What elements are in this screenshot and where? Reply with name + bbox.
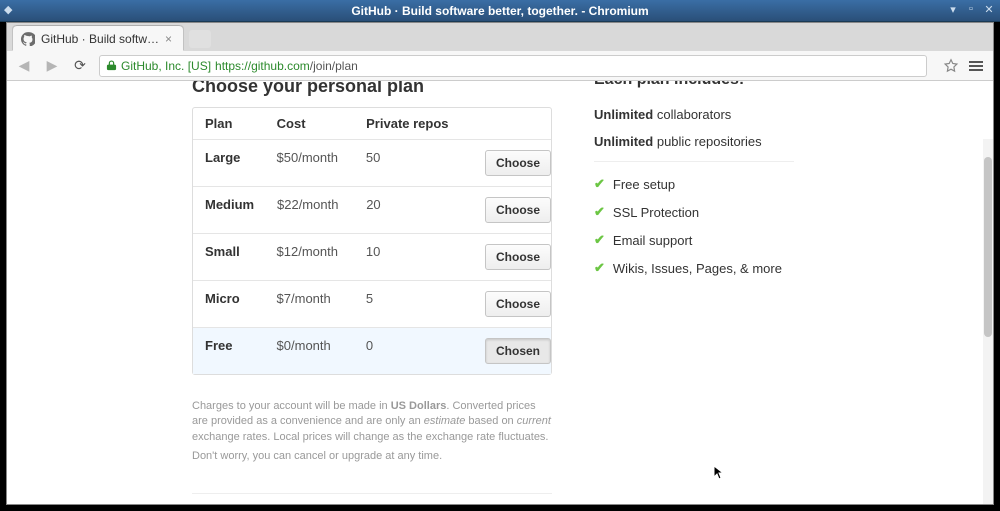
- table-row: Micro $7/month 5 Choose: [193, 281, 551, 328]
- plan-repos: 20: [354, 187, 473, 233]
- plan-cost: $22/month: [265, 187, 354, 233]
- github-favicon-icon: [21, 32, 35, 46]
- check-icon: ✔: [594, 260, 605, 276]
- window-title: GitHub · Build software better, together…: [351, 4, 648, 18]
- plan-name: Micro: [193, 281, 265, 327]
- site-identity: GitHub, Inc. [US]: [121, 59, 211, 73]
- browser-menu-icon[interactable]: [969, 57, 985, 75]
- plan-name: Medium: [193, 187, 265, 233]
- plan-name: Small: [193, 234, 265, 280]
- plans-table: Plan Cost Private repos Large $50/month …: [192, 107, 552, 375]
- table-row: Small $12/month 10 Choose: [193, 234, 551, 281]
- col-repos: Private repos: [354, 108, 473, 139]
- plan-cost: $50/month: [265, 140, 354, 186]
- window-menu-icon[interactable]: ◆: [4, 3, 12, 16]
- feature-public-repos: Unlimited public repositories: [594, 134, 794, 149]
- bookmark-star-icon[interactable]: [943, 58, 959, 74]
- window-close-icon[interactable]: ✕: [982, 2, 996, 16]
- check-icon: ✔: [594, 232, 605, 248]
- plan-cost: $0/month: [265, 328, 354, 374]
- panel-heading: Each plan includes:: [594, 81, 794, 89]
- table-header-row: Plan Cost Private repos: [193, 108, 551, 140]
- browser-frame: GitHub · Build software × ◀ ▶ ⟳ GitHub, …: [6, 22, 994, 505]
- col-cost: Cost: [265, 108, 355, 139]
- choose-button[interactable]: Choose: [485, 197, 551, 223]
- plan-cost: $12/month: [265, 234, 354, 280]
- choose-button[interactable]: Choose: [485, 150, 551, 176]
- url-path: /join/plan: [310, 59, 358, 73]
- plan-repos: 5: [354, 281, 473, 327]
- feature-item: ✔Email support: [594, 232, 794, 248]
- address-bar[interactable]: GitHub, Inc. [US] https://github.com/joi…: [99, 55, 927, 77]
- plan-repos: 0: [354, 328, 473, 374]
- toolbar: ◀ ▶ ⟳ GitHub, Inc. [US] https://github.c…: [7, 51, 993, 81]
- plan-name: Free: [193, 328, 265, 374]
- window-minimize-icon[interactable]: ▾: [946, 2, 960, 16]
- organization-setup-row: Help me set up an organization next Orga…: [192, 493, 552, 504]
- page-heading: Choose your personal plan: [192, 81, 952, 97]
- tab-strip: GitHub · Build software ×: [7, 23, 993, 51]
- feature-item: ✔Free setup: [594, 176, 794, 192]
- tab-title: GitHub · Build software: [41, 32, 162, 46]
- https-lock-icon: GitHub, Inc. [US]: [106, 59, 211, 73]
- feature-item: ✔SSL Protection: [594, 204, 794, 220]
- chosen-button[interactable]: Chosen: [485, 338, 551, 364]
- feature-item: ✔Wikis, Issues, Pages, & more: [594, 260, 794, 276]
- scrollbar-thumb[interactable]: [984, 157, 992, 337]
- billing-help-text: Charges to your account will be made in …: [192, 399, 552, 465]
- plan-repos: 50: [354, 140, 473, 186]
- window-titlebar: ◆ GitHub · Build software better, togeth…: [0, 0, 1000, 22]
- divider: [594, 161, 794, 162]
- scrollbar-vertical[interactable]: [983, 139, 993, 504]
- forward-button[interactable]: ▶: [43, 57, 61, 75]
- reload-button[interactable]: ⟳: [71, 57, 89, 75]
- check-icon: ✔: [594, 176, 605, 192]
- table-row-selected: Free $0/month 0 Chosen: [193, 328, 551, 374]
- window-maximize-icon[interactable]: ▫: [964, 2, 978, 16]
- url-scheme: https://: [215, 59, 251, 73]
- url-host: github.com: [251, 59, 310, 73]
- browser-tab[interactable]: GitHub · Build software ×: [13, 26, 183, 51]
- new-tab-button[interactable]: [189, 30, 211, 48]
- col-plan: Plan: [193, 108, 265, 139]
- table-row: Medium $22/month 20 Choose: [193, 187, 551, 234]
- plan-name: Large: [193, 140, 265, 186]
- choose-button[interactable]: Choose: [485, 244, 551, 270]
- feature-collaborators: Unlimited collaborators: [594, 107, 794, 122]
- plan-includes-panel: Each plan includes: Unlimited collaborat…: [594, 81, 794, 288]
- page-viewport: Choose your personal plan Plan Cost Priv…: [7, 81, 993, 504]
- check-icon: ✔: [594, 204, 605, 220]
- tab-close-icon[interactable]: ×: [162, 32, 175, 46]
- table-row: Large $50/month 50 Choose: [193, 140, 551, 187]
- choose-button[interactable]: Choose: [485, 291, 551, 317]
- plan-repos: 10: [354, 234, 473, 280]
- back-button[interactable]: ◀: [15, 57, 33, 75]
- plan-cost: $7/month: [265, 281, 354, 327]
